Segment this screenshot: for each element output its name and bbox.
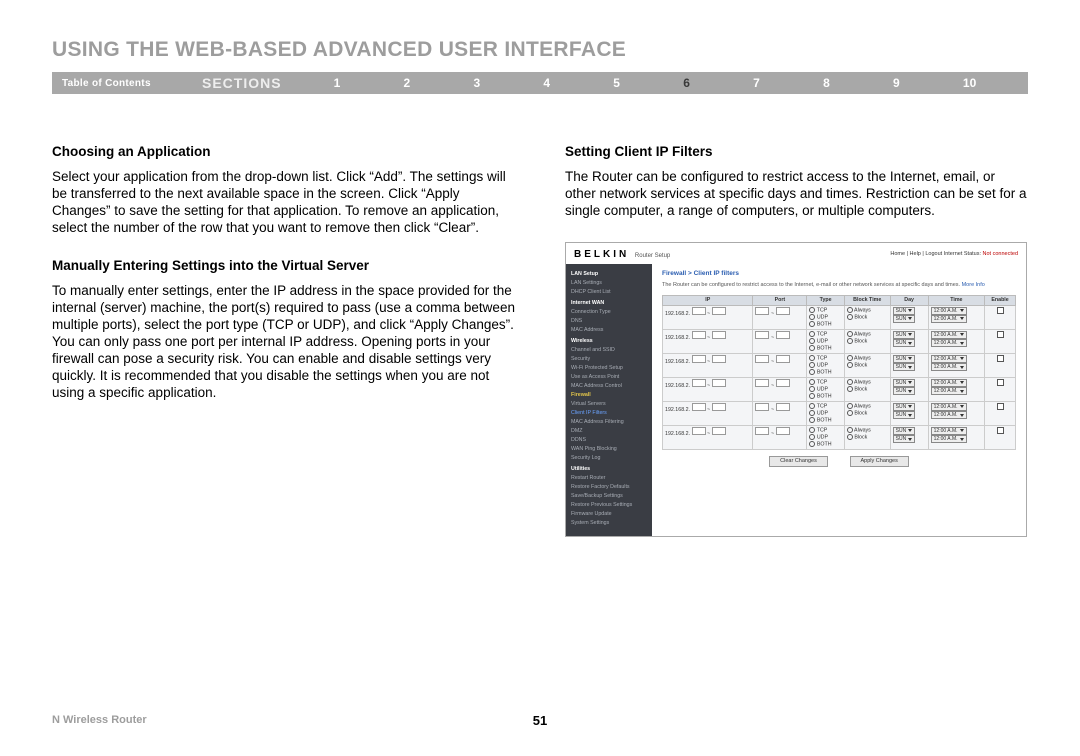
section-nav: Table of Contents SECTIONS 1 2 3 4 5 6 7 8 9 10 [52,72,1028,94]
router-breadcrumb: Firewall > Client IP filters [662,270,1016,278]
para-manual-virtual-server: To manually enter settings, enter the IP… [52,283,515,401]
right-column: Setting Client IP Filters The Router can… [565,144,1028,537]
section-link-5[interactable]: 5 [613,76,620,90]
section-link-8[interactable]: 8 [823,76,830,90]
section-link-9[interactable]: 9 [893,76,900,90]
section-link-2[interactable]: 2 [404,76,411,90]
heading-client-ip-filters: Setting Client IP Filters [565,144,1028,161]
section-link-7[interactable]: 7 [753,76,760,90]
page-number: 51 [533,713,547,728]
apply-changes-button[interactable]: Apply Changes [850,456,909,467]
more-info-link[interactable]: More Info [962,282,985,288]
page-title: USING THE WEB-BASED ADVANCED USER INTERF… [52,38,1028,62]
router-main: Firewall > Client IP filters The Router … [652,264,1026,536]
para-client-ip-filters: The Router can be configured to restrict… [565,169,1028,220]
section-link-1[interactable]: 1 [334,76,341,90]
router-sidebar[interactable]: LAN SetupLAN SettingsDHCP Client ListInt… [566,264,652,536]
section-link-3[interactable]: 3 [473,76,480,90]
left-column: Choosing an Application Select your appl… [52,144,515,537]
heading-choosing-app: Choosing an Application [52,144,515,161]
sections-label: SECTIONS [202,75,302,91]
router-top-links[interactable]: Home | Help | Logout Internet Status: No… [890,251,1018,258]
footer-product: N Wireless Router [52,714,147,726]
filter-table: IPPortTypeBlock TimeDayTimeEnable192.168… [662,295,1016,450]
heading-manual-virtual-server: Manually Entering Settings into the Virt… [52,258,515,275]
router-screenshot: BELKIN Router Setup Home | Help | Logout… [565,242,1027,538]
router-brand-sub: Router Setup [635,253,670,259]
section-link-4[interactable]: 4 [543,76,550,90]
para-choosing-app: Select your application from the drop-do… [52,169,515,237]
clear-changes-button[interactable]: Clear Changes [769,456,828,467]
section-link-6[interactable]: 6 [683,76,690,90]
section-link-10[interactable]: 10 [963,76,976,90]
router-brand: BELKIN [574,249,629,260]
toc-link[interactable]: Table of Contents [52,78,202,89]
router-description: The Router can be configured to restrict… [662,282,1016,289]
page-footer: N Wireless Router 51 [52,714,1028,726]
